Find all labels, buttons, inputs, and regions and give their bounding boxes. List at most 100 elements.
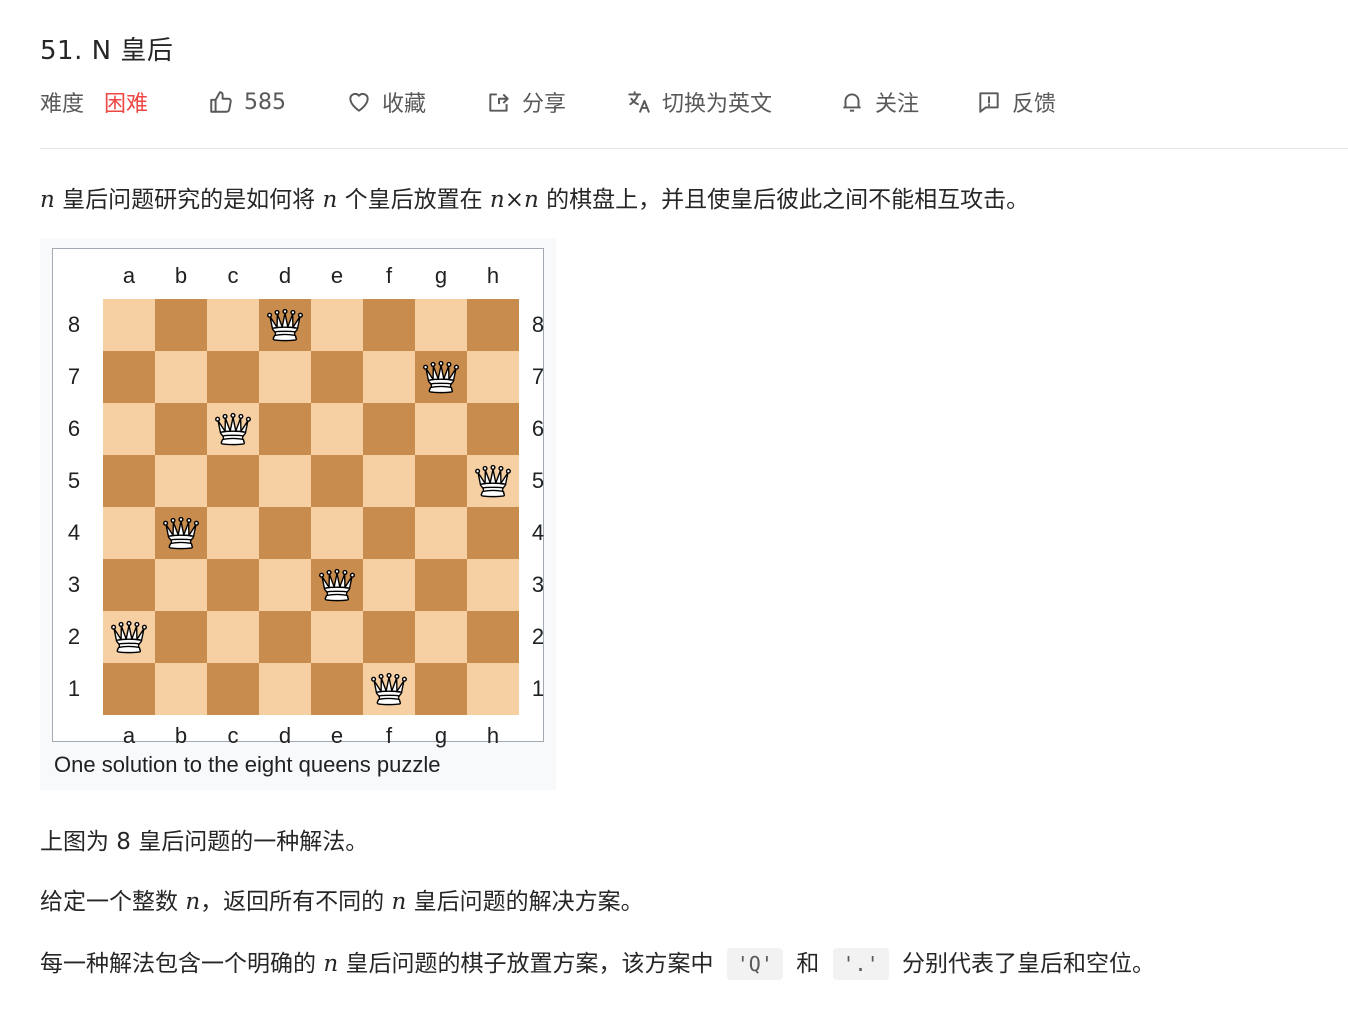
board-square-c2: [207, 611, 259, 663]
rank-label-7-right: 7: [531, 364, 545, 389]
queen-icon: [363, 663, 415, 715]
file-label-f-top: f: [385, 263, 393, 288]
translate-icon: [626, 89, 652, 115]
board-square-h1: [467, 663, 519, 715]
board-square-h8: [467, 299, 519, 351]
favorite-button[interactable]: 收藏: [346, 86, 486, 118]
chessboard-frame: a a b b c c d d e e f f g g h h 8 8 7 7 6 6 5 5 4 4 3 3 2 2 1 1: [52, 248, 544, 748]
heart-icon: [346, 89, 372, 115]
board-square-h4: [467, 507, 519, 559]
difficulty-value: 困难: [104, 92, 149, 117]
rank-label-6-right: 6: [531, 416, 545, 441]
board-square-b7: [155, 351, 207, 403]
text: 皇后问题的解决方案。: [406, 889, 644, 915]
board-square-a7: [103, 351, 155, 403]
board-square-c1: [207, 663, 259, 715]
queen-icon: [207, 403, 259, 455]
feedback-label: 反馈: [1012, 92, 1057, 117]
board-square-g1: [415, 663, 467, 715]
switch-language-label: 切换为英文: [662, 92, 773, 117]
math-n: n: [391, 889, 407, 915]
like-button[interactable]: 585: [208, 89, 346, 115]
file-label-g-bottom: g: [434, 723, 448, 748]
share-label: 分享: [522, 92, 567, 117]
math-n: n: [40, 187, 55, 213]
inline-code-empty: '.': [832, 948, 889, 980]
board-square-e1: [311, 663, 363, 715]
like-count: 585: [244, 89, 286, 115]
board-square-d3: [259, 559, 311, 611]
follow-label: 关注: [875, 92, 920, 117]
rank-label-4-left: 4: [67, 520, 81, 545]
file-label-g-top: g: [434, 263, 448, 288]
rank-label-4-right: 4: [531, 520, 545, 545]
file-label-b-bottom: b: [174, 723, 188, 748]
header-divider: [40, 148, 1348, 149]
rank-label-1-left: 1: [67, 676, 81, 701]
bell-icon: [839, 89, 865, 115]
board-square-g6: [415, 403, 467, 455]
board-square-c7: [207, 351, 259, 403]
board-square-h6: [467, 403, 519, 455]
file-label-h-bottom: h: [486, 723, 500, 748]
queen-icon: [311, 559, 363, 611]
difficulty: 难度 困难: [40, 86, 208, 118]
problem-meta-bar: 难度 困难 585 收藏 分享 切换为英文 关注 反馈: [40, 84, 1056, 120]
queen-icon: [467, 455, 519, 507]
board-square-b8: [155, 299, 207, 351]
inline-code-queen: 'Q': [726, 948, 783, 980]
follow-button[interactable]: 关注: [839, 86, 976, 118]
board-square-f4: [363, 507, 415, 559]
board-square-h3: [467, 559, 519, 611]
board-square-e5: [311, 455, 363, 507]
board-square-f8: [363, 299, 415, 351]
board-square-g2: [415, 611, 467, 663]
math-n: n: [322, 187, 338, 213]
feedback-icon: [976, 89, 1002, 115]
rank-label-5-left: 5: [67, 468, 81, 493]
text: 分别代表了皇后和空位。: [894, 951, 1155, 977]
math-n: n: [185, 889, 201, 915]
board-square-d7: [259, 351, 311, 403]
problem-title: 51. N 皇后: [40, 36, 174, 66]
board-square-d2: [259, 611, 311, 663]
board-square-c3: [207, 559, 259, 611]
board-square-e2: [311, 611, 363, 663]
chessboard: [103, 299, 519, 715]
rank-label-5-right: 5: [531, 468, 545, 493]
board-square-e8: [311, 299, 363, 351]
description-paragraph-1: n 皇后问题研究的是如何将 n 个皇后放置在 n×n 的棋盘上，并且使皇后彼此之…: [40, 180, 1029, 214]
queen-icon: [155, 507, 207, 559]
file-label-e-top: e: [330, 263, 344, 288]
rank-label-2-left: 2: [67, 624, 81, 649]
text: 个皇后放置在: [337, 187, 490, 213]
share-icon: [486, 89, 512, 115]
text: 和: [788, 951, 827, 977]
board-square-g5: [415, 455, 467, 507]
share-button[interactable]: 分享: [486, 86, 626, 118]
favorite-label: 收藏: [382, 92, 427, 117]
switch-language-button[interactable]: 切换为英文: [626, 86, 839, 118]
file-label-h-top: h: [486, 263, 500, 288]
file-label-f-bottom: f: [385, 723, 393, 748]
board-square-a3: [103, 559, 155, 611]
file-label-d-bottom: d: [278, 723, 292, 748]
text: ，返回所有不同的: [200, 889, 392, 915]
figure-caption: One solution to the eight queens puzzle: [54, 752, 441, 777]
rank-label-2-right: 2: [531, 624, 545, 649]
board-square-g4: [415, 507, 467, 559]
board-square-d6: [259, 403, 311, 455]
board-square-b3: [155, 559, 207, 611]
description-paragraph-3: 给定一个整数 n，返回所有不同的 n 皇后问题的解决方案。: [40, 882, 644, 916]
file-label-a-bottom: a: [122, 723, 136, 748]
text: 每一种解法包含一个明确的: [40, 951, 324, 977]
queen-icon: [103, 611, 155, 663]
rank-label-3-right: 3: [531, 572, 545, 597]
board-square-f2: [363, 611, 415, 663]
file-label-b-top: b: [174, 263, 188, 288]
file-label-c-top: c: [227, 263, 239, 288]
board-square-a8: [103, 299, 155, 351]
feedback-button[interactable]: 反馈: [976, 86, 1056, 118]
board-square-c5: [207, 455, 259, 507]
board-square-b2: [155, 611, 207, 663]
